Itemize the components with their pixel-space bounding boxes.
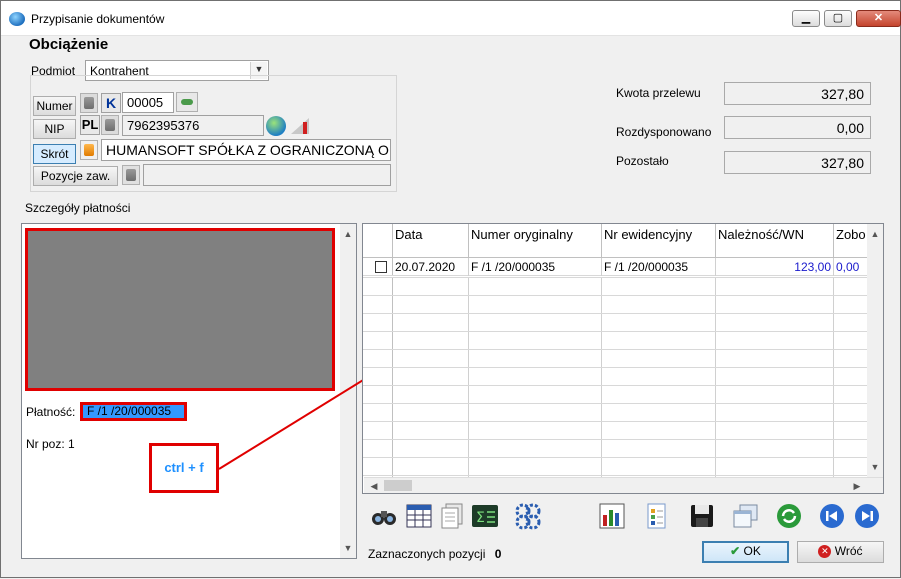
prev-icon[interactable] bbox=[817, 501, 847, 531]
cancel-icon: ✕ bbox=[818, 545, 832, 559]
binoculars-icon[interactable] bbox=[369, 501, 399, 531]
windows-icon[interactable] bbox=[730, 501, 760, 531]
row-selector[interactable] bbox=[363, 258, 393, 275]
cancel-button[interactable]: ✕ Wróć bbox=[797, 541, 884, 563]
column-header[interactable]: Nr ewidencyjny bbox=[602, 224, 716, 258]
table-cell: F /1 /20/000035 bbox=[469, 258, 602, 276]
settings-icon[interactable] bbox=[513, 501, 543, 531]
table-cell: 123,00 bbox=[716, 258, 834, 276]
column-header[interactable]: Data bbox=[393, 224, 469, 258]
svg-text:Σ: Σ bbox=[476, 510, 485, 526]
refresh-icon[interactable] bbox=[774, 501, 804, 531]
grid-hscroll[interactable]: ◀ ▶ bbox=[364, 477, 883, 493]
table-row[interactable]: 20.07.2020 F /1 /20/000035 F /1 /20/0000… bbox=[363, 258, 867, 276]
table-cell: 20.07.2020 bbox=[393, 258, 469, 276]
hscroll-thumb[interactable] bbox=[384, 480, 412, 491]
column-header[interactable]: Należność/WN bbox=[716, 224, 834, 258]
table-cell: F /1 /20/000035 bbox=[602, 258, 716, 276]
column-header[interactable]: Numer oryginalny bbox=[469, 224, 602, 258]
save-icon[interactable] bbox=[687, 501, 717, 531]
selected-count-value: 0 bbox=[494, 547, 502, 561]
dialog-window: Przypisanie dokumentów ▁ ▢ ✕ Obciążenie … bbox=[0, 0, 901, 578]
row-checkbox[interactable] bbox=[375, 261, 387, 273]
ok-label: OK bbox=[743, 544, 761, 558]
grid-vscroll[interactable]: ▲ ▼ bbox=[867, 224, 883, 477]
spreadsheet-icon[interactable] bbox=[641, 501, 671, 531]
checkmark-icon: ✔ bbox=[730, 544, 741, 558]
scroll-left-icon[interactable]: ◀ bbox=[366, 478, 382, 494]
column-header[interactable]: Zobo bbox=[834, 224, 867, 258]
cancel-label: Wróć bbox=[834, 544, 863, 558]
table-cell: 0,00 bbox=[836, 260, 860, 274]
next-icon[interactable] bbox=[852, 501, 882, 531]
chart-icon[interactable] bbox=[597, 501, 627, 531]
selected-count-label: Zaznaczonych pozycji bbox=[368, 547, 486, 561]
scroll-up-icon[interactable]: ▲ bbox=[867, 226, 883, 242]
sigma-icon[interactable]: Σ bbox=[470, 501, 500, 531]
grid-header: Data Numer oryginalny Nr ewidencyjny Nal… bbox=[363, 224, 867, 258]
table-icon[interactable] bbox=[404, 501, 434, 531]
documents-grid: Data Numer oryginalny Nr ewidencyjny Nal… bbox=[362, 223, 884, 494]
scroll-right-icon[interactable]: ▶ bbox=[849, 478, 865, 494]
grid-corner bbox=[363, 224, 393, 258]
grid-empty-rows bbox=[363, 277, 867, 477]
ok-button[interactable]: ✔ OK bbox=[702, 541, 789, 563]
documents-icon[interactable] bbox=[437, 501, 467, 531]
scroll-down-icon[interactable]: ▼ bbox=[867, 459, 883, 475]
